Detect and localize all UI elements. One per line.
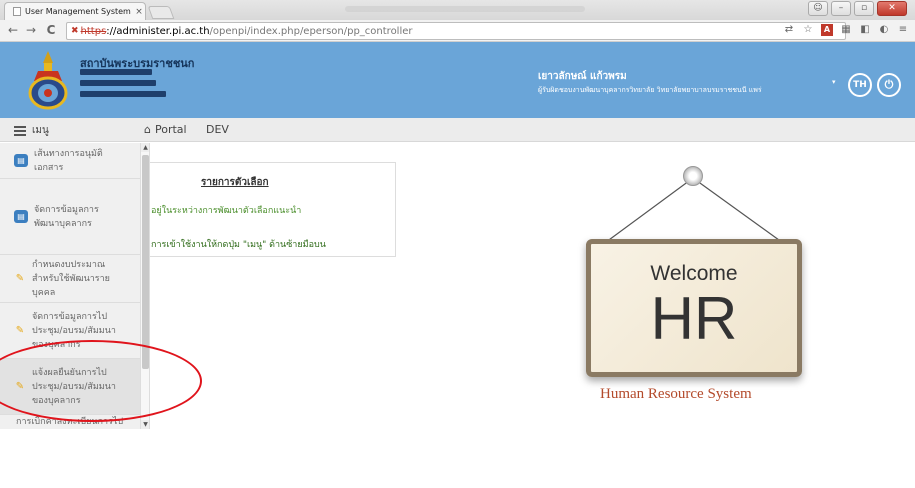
power-icon[interactable]: ⏻ [877,73,901,97]
welcome-board: Welcome HR [586,239,802,377]
portal-link[interactable]: ⌂ Portal [144,123,187,136]
close-window-button[interactable]: ✕ [877,1,907,16]
top-menu-bar: เมนู ⌂ Portal DEV [0,118,915,142]
dev-link[interactable]: DEV [206,123,229,136]
sidebar-item-label: จัดการข้อมูลการ พัฒนาบุคลากร [34,204,99,229]
institute-name: สถาบันพระบรมราชชนก [80,54,194,101]
sidebar-item-approval-route[interactable]: ▤ เส้นทางการอนุมัติ เอกสาร [0,143,140,179]
options-title: รายการตัวเลือก [201,177,269,188]
browser-tabstrip: User Management System × ☺ – ▫ ✕ [0,0,915,20]
scroll-up-icon[interactable]: ▲ [141,143,149,152]
forward-icon[interactable]: → [24,23,38,38]
browser-toolbar: ← → C ✖ https ://administer.pi.ac.th /op… [0,20,915,42]
pdf-extension-icon[interactable]: A [821,24,833,36]
url-path: /openpi/index.php/eperson/pp_controller [209,25,413,37]
highlight-annotation [0,340,202,422]
sidebar-item-label: กำหนดงบประมาณ สำหรับใช้พัฒนาราย บุคคล [32,259,110,298]
extension-icon[interactable]: ◧ [859,24,871,36]
language-button[interactable]: TH [848,73,872,97]
options-instruction: การเข้าใช้งานให้กดปุ่ม "เมนู" ด้านซ้ายมื… [151,240,326,250]
insecure-lock-icon: ✖ [71,26,79,36]
book-icon: ▤ [14,210,28,223]
system-name: Human Resource System [600,386,752,402]
star-icon[interactable]: ☆ [802,24,814,36]
hamburger-icon [14,125,26,136]
scroll-thumb[interactable] [142,155,149,369]
sidebar-item-manage-development[interactable]: ▤ จัดการข้อมูลการ พัฒนาบุคลากร [0,179,140,255]
institute-name-line [80,79,194,88]
pencil-icon: ✎ [15,325,25,336]
options-message: อยู่ในระหว่างการพัฒนาตัวเลือกแนะนำ [151,206,302,216]
user-icon[interactable]: ☺ [808,1,828,16]
institute-name-line [80,90,194,99]
app-header: สถาบันพระบรมราชชนก เยาวลักษณ์ แก้วพรม ผู… [0,42,915,118]
address-bar[interactable]: ✖ https ://administer.pi.ac.th /openpi/i… [66,22,846,40]
window-title-blurred [345,6,585,12]
portal-label: Portal [154,123,187,136]
reload-icon[interactable]: C [44,23,58,38]
url-host: ://administer.pi.ac.th [106,25,210,37]
sidebar-item-label: เส้นทางการอนุมัติ เอกสาร [34,148,103,173]
menu-toggle-button[interactable]: เมนู [14,123,49,138]
tab-title: User Management System [25,7,131,16]
home-icon: ⌂ [144,123,151,136]
back-icon[interactable]: ← [6,23,20,38]
book-icon: ▤ [14,154,28,167]
welcome-text: Welcome [650,262,738,285]
minimize-button[interactable]: – [831,1,851,16]
page-icon [13,7,21,16]
sidebar-item-budget[interactable]: ✎ กำหนดงบประมาณ สำหรับใช้พัฒนาราย บุคคล [0,255,140,303]
extension-icons: ⇄ ☆ A ▦ ◧ ◐ ≡ [783,24,909,36]
options-panel: รายการตัวเลือก อยู่ในระหว่างการพัฒนาตัวเ… [150,162,396,257]
window-controls: ☺ – ▫ ✕ [808,1,907,16]
tab-close-icon[interactable]: × [133,7,145,17]
user-info[interactable]: เยาวลักษณ์ แก้วพรม ผู้รับผิดชอบงานพัฒนาบ… [538,69,762,96]
scroll-down-icon[interactable]: ▼ [141,420,149,429]
url-scheme: https [80,25,107,37]
user-menu-caret-icon[interactable]: ▾ [832,78,836,86]
nail-icon [683,166,703,186]
extension-icon[interactable]: ▦ [840,24,852,36]
user-name: เยาวลักษณ์ แก้วพรม [538,71,627,82]
maximize-button[interactable]: ▫ [854,1,874,16]
menu-icon[interactable]: ≡ [897,24,909,36]
user-role: ผู้รับผิดชอบงานพัฒนาบุคลากรวิทยาลัย วิทย… [538,86,762,94]
translate-icon[interactable]: ⇄ [783,24,795,36]
welcome-sign: Welcome HR [570,166,828,380]
pencil-icon: ✎ [15,273,25,284]
browser-tab[interactable]: User Management System × [4,2,146,20]
institute-logo [28,51,68,110]
institute-name-thai: สถาบันพระบรมราชชนก [80,57,195,70]
menu-label: เมนู [32,125,49,136]
extension-icon[interactable]: ◐ [878,24,890,36]
hr-text: HR [650,285,738,352]
new-tab-button[interactable] [147,6,175,19]
